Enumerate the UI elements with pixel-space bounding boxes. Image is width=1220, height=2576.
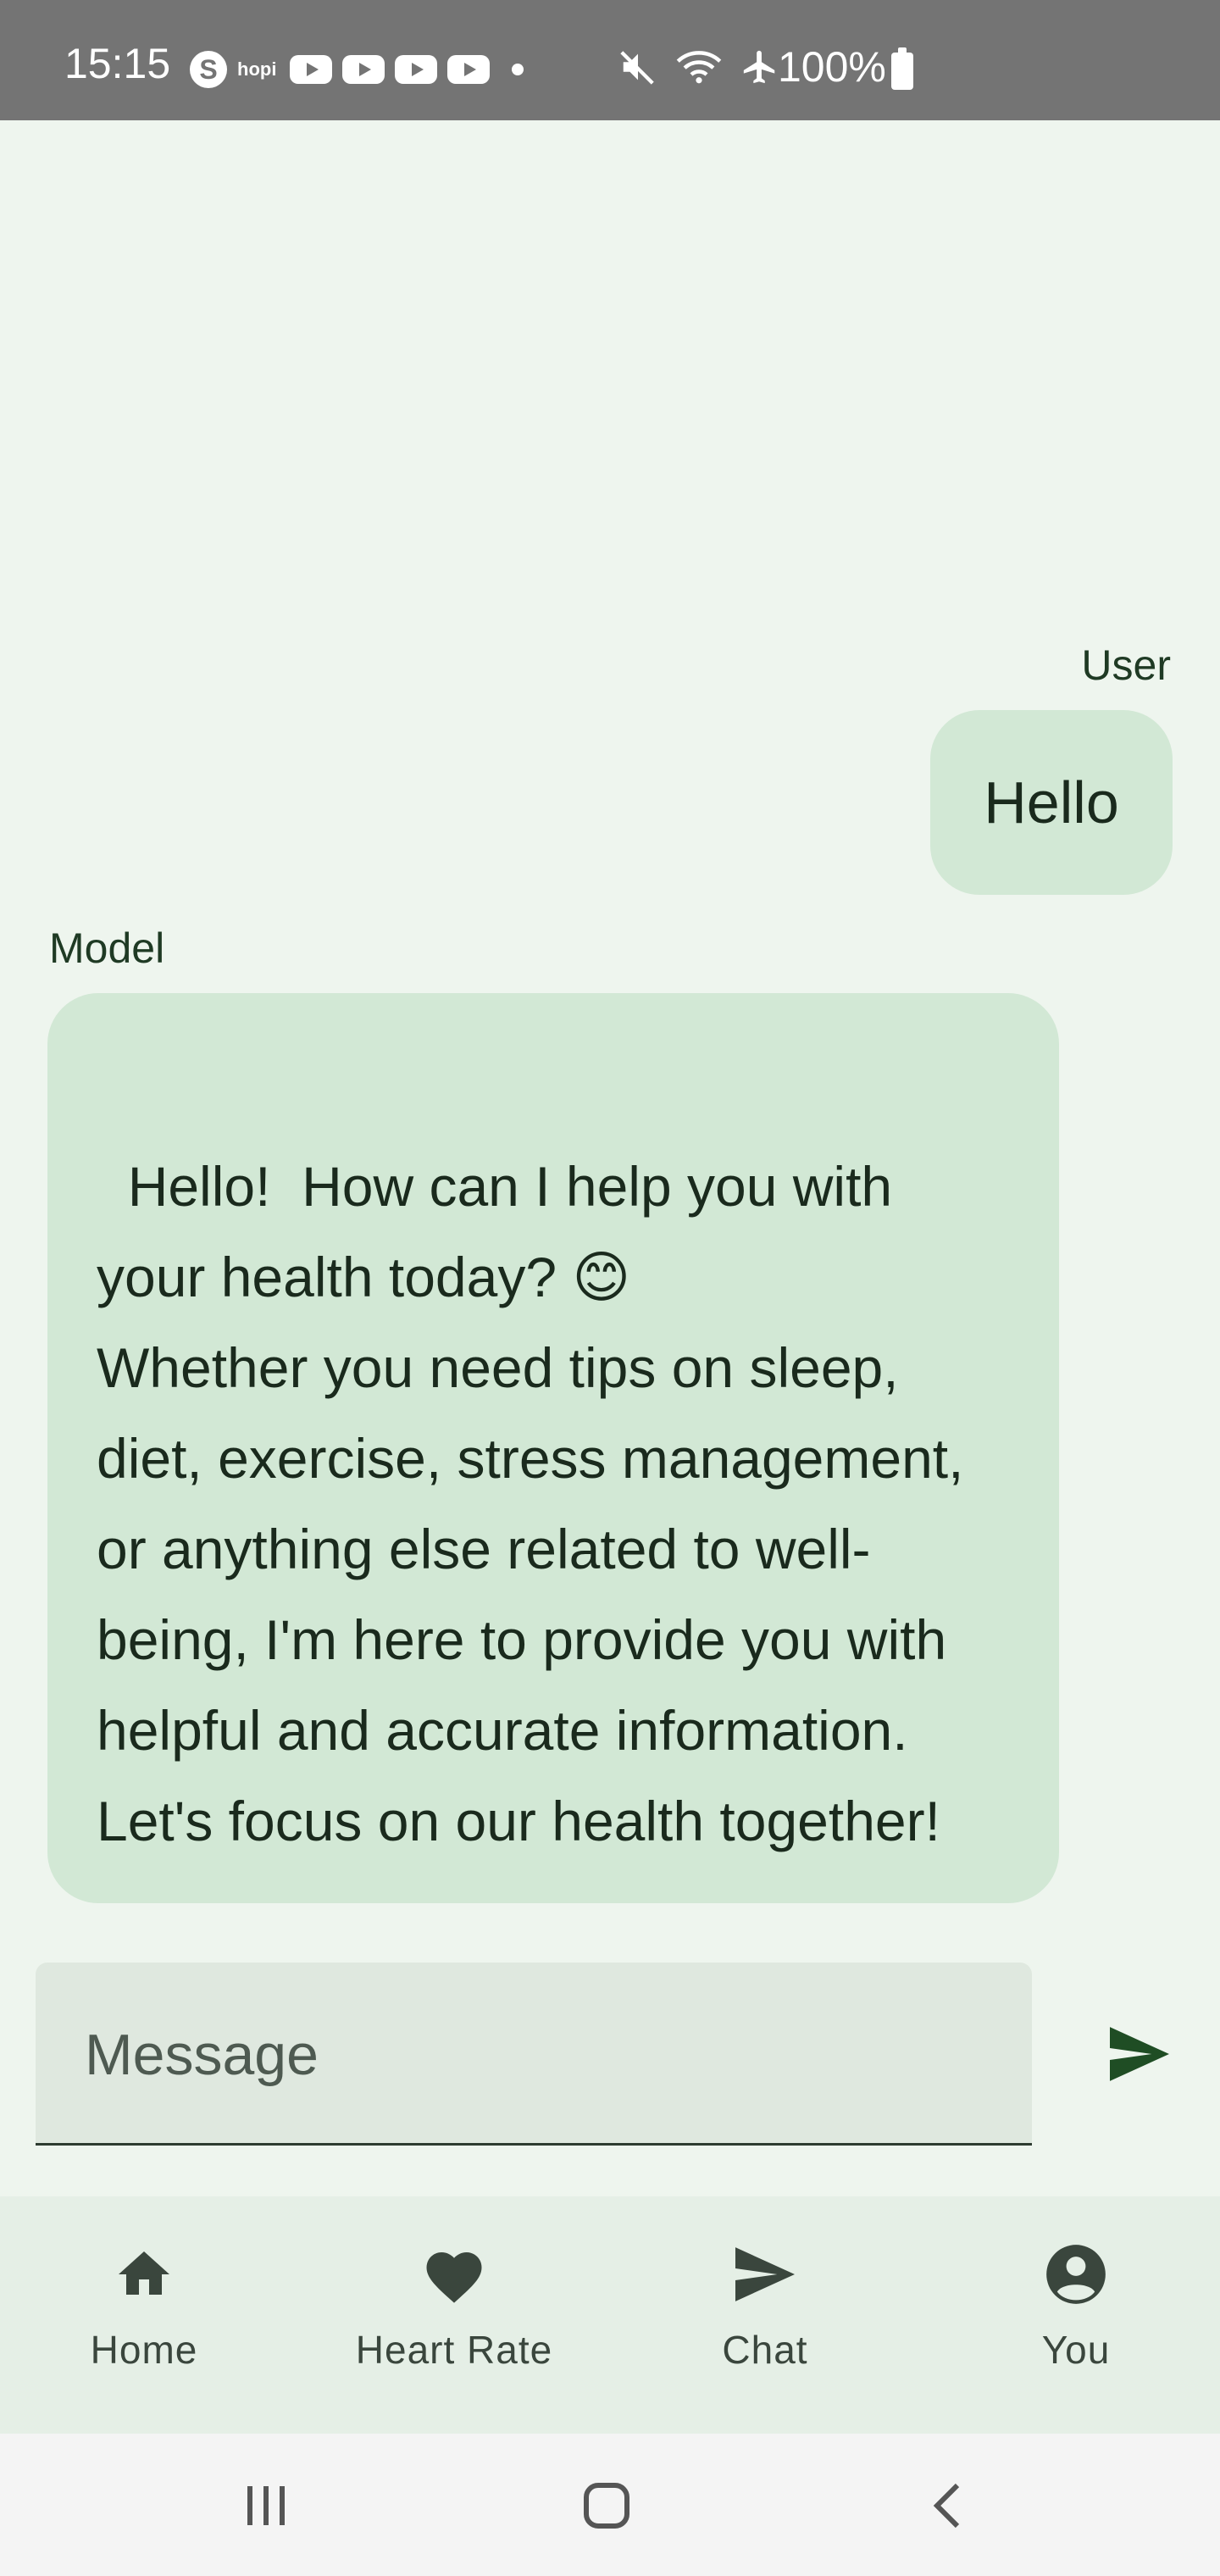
youtube-icon bbox=[342, 55, 385, 84]
home-system-button[interactable] bbox=[564, 2468, 649, 2544]
nav-label-heart-rate: Heart Rate bbox=[355, 2328, 553, 2372]
recent-apps-button[interactable] bbox=[224, 2468, 308, 2544]
youtube-icon bbox=[447, 55, 491, 84]
message-input[interactable] bbox=[83, 1963, 1001, 2147]
skype-icon: S bbox=[190, 51, 227, 88]
user-message-text: Hello bbox=[984, 769, 1119, 836]
mute-icon bbox=[620, 51, 654, 85]
youtube-icon bbox=[290, 55, 333, 84]
nav-label-chat: Chat bbox=[722, 2328, 808, 2372]
model-sender-label: Model bbox=[49, 924, 165, 972]
battery-icon bbox=[891, 47, 913, 90]
model-message-text: Hello! How can I help you with your heal… bbox=[97, 1155, 964, 1852]
send-icon bbox=[1110, 2027, 1169, 2081]
send-icon bbox=[735, 2247, 795, 2301]
message-input-container[interactable] bbox=[36, 1963, 1032, 2147]
nav-item-heart-rate[interactable]: Heart Rate bbox=[319, 2196, 590, 2434]
battery-percent: 100% bbox=[778, 43, 886, 91]
nav-label-home: Home bbox=[90, 2328, 198, 2372]
bottom-navigation: Home Heart Rate Chat You bbox=[0, 2196, 1220, 2434]
hopi-icon: hopi bbox=[237, 58, 277, 80]
back-chevron-icon bbox=[933, 2483, 960, 2529]
account-circle-icon bbox=[1046, 2245, 1106, 2304]
send-button[interactable] bbox=[1101, 2020, 1178, 2088]
system-navigation-bar bbox=[0, 2434, 1220, 2576]
status-time: 15:15 bbox=[64, 40, 171, 87]
heart-icon bbox=[426, 2252, 482, 2303]
more-notifications-dot bbox=[512, 64, 524, 75]
status-bar: 15:15 S hopi 100% bbox=[0, 0, 1220, 120]
nav-item-home[interactable]: Home bbox=[8, 2196, 280, 2434]
wifi-icon bbox=[676, 51, 722, 84]
airplane-mode-icon bbox=[743, 50, 775, 84]
home-icon bbox=[119, 2251, 169, 2295]
nav-label-you: You bbox=[1041, 2328, 1111, 2372]
nav-item-you[interactable]: You bbox=[940, 2196, 1212, 2434]
user-sender-label: User bbox=[1081, 641, 1171, 689]
back-button[interactable] bbox=[905, 2468, 990, 2544]
youtube-icon bbox=[395, 55, 438, 84]
system-status-icons bbox=[618, 47, 779, 86]
nav-item-chat[interactable]: Chat bbox=[629, 2196, 901, 2434]
recent-apps-icon bbox=[247, 2486, 285, 2525]
user-message-bubble: Hello bbox=[930, 710, 1173, 895]
home-circle-icon bbox=[584, 2483, 629, 2529]
notification-icons: S hopi bbox=[190, 51, 524, 88]
model-message-bubble: Hello! How can I help you with your heal… bbox=[47, 993, 1059, 1903]
